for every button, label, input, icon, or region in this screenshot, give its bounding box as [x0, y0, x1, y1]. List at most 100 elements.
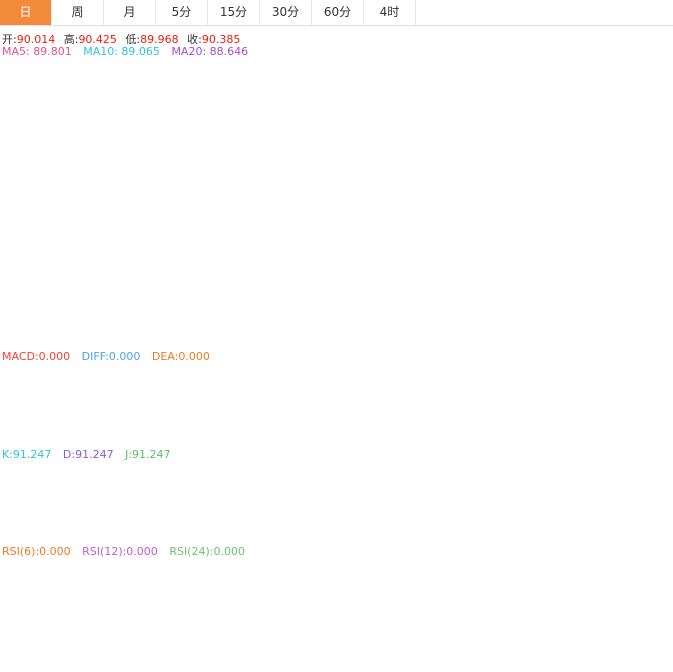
axis-tick-label: 51.752 [624, 583, 656, 593]
tab-5[interactable]: 30分 [260, 0, 312, 25]
tab-7[interactable]: 4时 [364, 0, 416, 25]
macd-bar [138, 405, 146, 414]
candle-body [345, 222, 353, 231]
macd-bar [66, 376, 74, 406]
candle [75, 87, 83, 120]
candle-body [507, 255, 515, 267]
rsi24-line [0, 559, 584, 632]
rsi-legend: RSI(6):0.000 RSI(12):0.000 RSI(24):0.000 [2, 545, 253, 558]
tab-0[interactable]: 日 [0, 0, 52, 25]
candle [309, 119, 317, 173]
macd-legend: MACD:0.000 DIFF:0.000 DEA:0.000 [2, 350, 218, 363]
candle-body [48, 104, 56, 115]
candle-body [363, 193, 371, 250]
tab-1[interactable]: 周 [52, 0, 104, 25]
macd-bar [471, 394, 479, 406]
d-line [0, 476, 584, 520]
candle-body [120, 129, 128, 134]
candle-body [21, 170, 29, 233]
axis-tick-label: -0.708 [624, 628, 653, 638]
candle-body [435, 282, 443, 307]
candle [264, 97, 272, 124]
macd-bar [525, 394, 533, 406]
macd-bar [327, 405, 335, 432]
candle [174, 61, 182, 98]
macd-bar [543, 389, 551, 406]
candle [30, 102, 38, 177]
rsi6-line [0, 556, 584, 632]
macd-bar [39, 385, 47, 406]
stock-chart[interactable]: 93.394 92.824 92.255 91.686 91.117 90.548 89.9… [0, 0, 673, 672]
macd-bar [264, 405, 272, 416]
ma20-line [0, 106, 584, 250]
x-axis-label: 4月 [477, 643, 492, 654]
candle [300, 108, 308, 126]
candle-body [390, 243, 398, 254]
axis-tick-label: 28.764 [624, 507, 656, 517]
macd-bar [120, 405, 128, 409]
macd-bar [147, 405, 155, 414]
axis-tick-label: 0.836 [624, 365, 650, 375]
candle-body [219, 75, 227, 82]
ma-legend: MA5: 89.801 MA10: 89.065 MA20: 88.646 [2, 45, 256, 58]
rsi12-legend-value: RSI(12):0.000 [82, 545, 158, 558]
ma20-legend: MA20: 88.646 [171, 45, 249, 58]
candle [525, 230, 533, 265]
candle-body [534, 224, 542, 235]
macd-bar [534, 392, 542, 406]
candle [516, 248, 524, 269]
candle-body [174, 64, 182, 95]
candle [210, 63, 218, 98]
tab-4[interactable]: 15分 [208, 0, 260, 25]
ma10-legend: MA10: 89.065 [83, 45, 160, 58]
candle-body [111, 141, 119, 150]
axis-tick-label: 88.272 [624, 245, 656, 255]
candle [363, 182, 371, 286]
macd-bar [336, 405, 344, 439]
candle-body [561, 189, 569, 192]
candle [453, 226, 461, 273]
candle [381, 208, 389, 257]
macd-bar [129, 405, 137, 411]
macd-bar [273, 405, 281, 415]
macd-bar [210, 400, 218, 406]
macd-bar [246, 405, 254, 414]
macd-bar [48, 380, 56, 406]
candle [273, 95, 281, 128]
tab-6[interactable]: 60分 [312, 0, 364, 25]
candle-body [75, 102, 83, 104]
tab-3[interactable]: 5分 [156, 0, 208, 25]
candle-body [489, 191, 497, 227]
candle-body [273, 100, 281, 117]
candle-body [228, 81, 236, 113]
axis-tick-label: 0.319 [624, 388, 650, 398]
candle [156, 119, 164, 163]
macd-bar [300, 405, 308, 416]
tab-2[interactable]: 月 [104, 0, 156, 25]
axis-tick-label: -0.715 [624, 433, 653, 443]
candle [435, 278, 443, 312]
candle [3, 198, 11, 207]
candle-body [165, 94, 173, 148]
candle [426, 280, 434, 327]
candle-body [57, 77, 65, 103]
rsi12-line [0, 558, 584, 632]
macd-bar [453, 405, 461, 409]
axis-tick-label: 89.410 [624, 200, 656, 210]
candle-body [480, 189, 488, 217]
candle [84, 99, 92, 128]
candle-body [291, 100, 299, 105]
candle-body [138, 135, 146, 144]
candle-body [66, 79, 74, 92]
dea-legend-value: DEA:0.000 [151, 350, 210, 363]
candle-body [255, 110, 263, 113]
candle [237, 105, 245, 124]
macd-bar [21, 403, 29, 406]
candle [282, 97, 290, 110]
macd-bar [579, 378, 587, 406]
macd-legend-value: MACD:0.000 [2, 350, 71, 363]
macd-bar [84, 385, 92, 406]
macd-bar [201, 401, 209, 406]
macd-bar [57, 375, 65, 406]
macd-bar [552, 384, 560, 406]
